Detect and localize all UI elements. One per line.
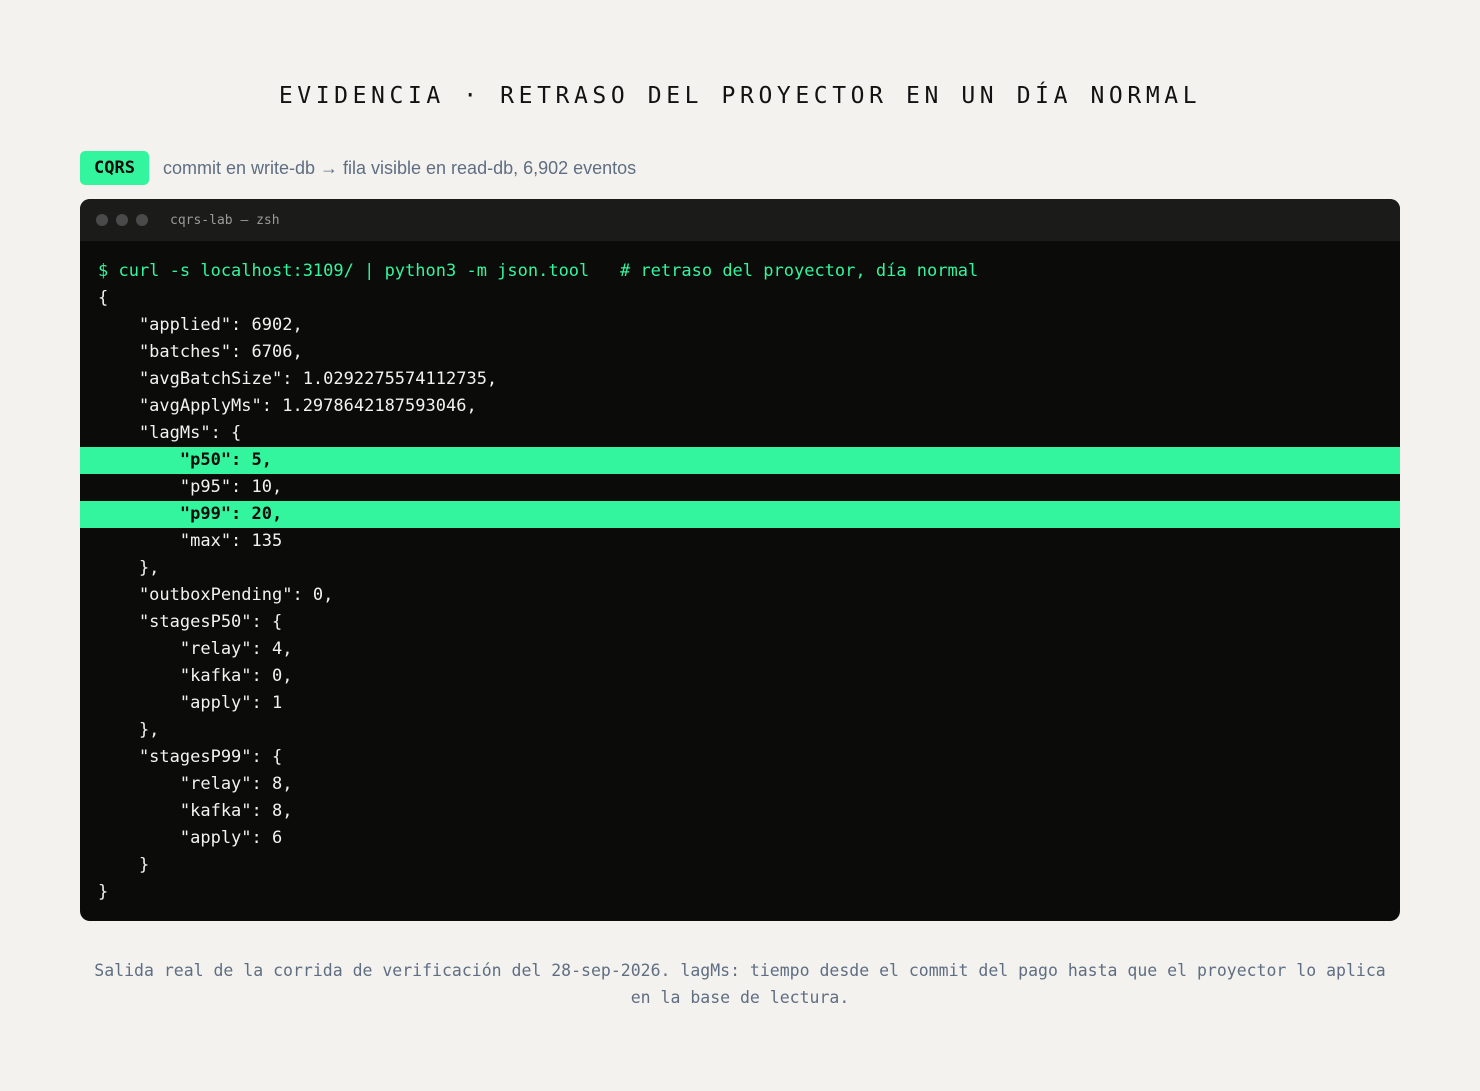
output-line: "relay": 4,: [98, 639, 293, 659]
highlighted-output-line: "p99": 20,: [80, 501, 1400, 528]
output-line: "batches": 6706,: [98, 342, 303, 362]
output-line: "relay": 8,: [98, 774, 293, 794]
output-line: "outboxPending": 0,: [98, 585, 334, 605]
tag-row: CQRS commit en write-db → fila visible e…: [80, 151, 636, 185]
output-line: "kafka": 8,: [98, 801, 293, 821]
output-line: "avgApplyMs": 1.2978642187593046,: [98, 396, 477, 416]
terminal-output[interactable]: $ curl -s localhost:3109/ | python3 -m j…: [80, 241, 1400, 906]
output-line: "apply": 1: [98, 693, 283, 713]
output-line: "max": 135: [98, 531, 283, 551]
output-line: }: [98, 882, 109, 902]
terminal-titlebar[interactable]: cqrs-lab — zsh: [80, 199, 1400, 241]
close-window-dot-icon[interactable]: [96, 214, 108, 226]
terminal-window[interactable]: cqrs-lab — zsh $ curl -s localhost:3109/…: [80, 199, 1400, 921]
output-line: {: [98, 288, 109, 308]
output-line: "lagMs": {: [98, 423, 242, 443]
output-line: "applied": 6902,: [98, 315, 303, 335]
output-line: "kafka": 0,: [98, 666, 293, 686]
minimize-window-dot-icon[interactable]: [116, 214, 128, 226]
tag-caption: commit en write-db → fila visible en rea…: [162, 157, 637, 178]
zoom-window-dot-icon[interactable]: [136, 214, 148, 226]
cqrs-badge: CQRS: [80, 151, 149, 185]
output-line: },: [98, 558, 160, 578]
output-line: }: [98, 855, 150, 875]
output-line: "avgBatchSize": 1.0292275574112735,: [98, 369, 498, 389]
command-line: $ curl -s localhost:3109/ | python3 -m j…: [98, 261, 979, 281]
output-line: "p95": 10,: [98, 477, 283, 497]
terminal-window-title: cqrs-lab — zsh: [170, 212, 280, 228]
output-line: "stagesP99": {: [98, 747, 283, 767]
output-line: },: [98, 720, 160, 740]
output-line: "stagesP50": {: [98, 612, 283, 632]
footnote-caption: Salida real de la corrida de verificació…: [94, 961, 1386, 1007]
page-title: EVIDENCIA · RETRASO DEL PROYECTOR EN UN …: [278, 83, 1202, 109]
output-line: "apply": 6: [98, 828, 283, 848]
highlighted-output-line: "p50": 5,: [80, 447, 1400, 474]
